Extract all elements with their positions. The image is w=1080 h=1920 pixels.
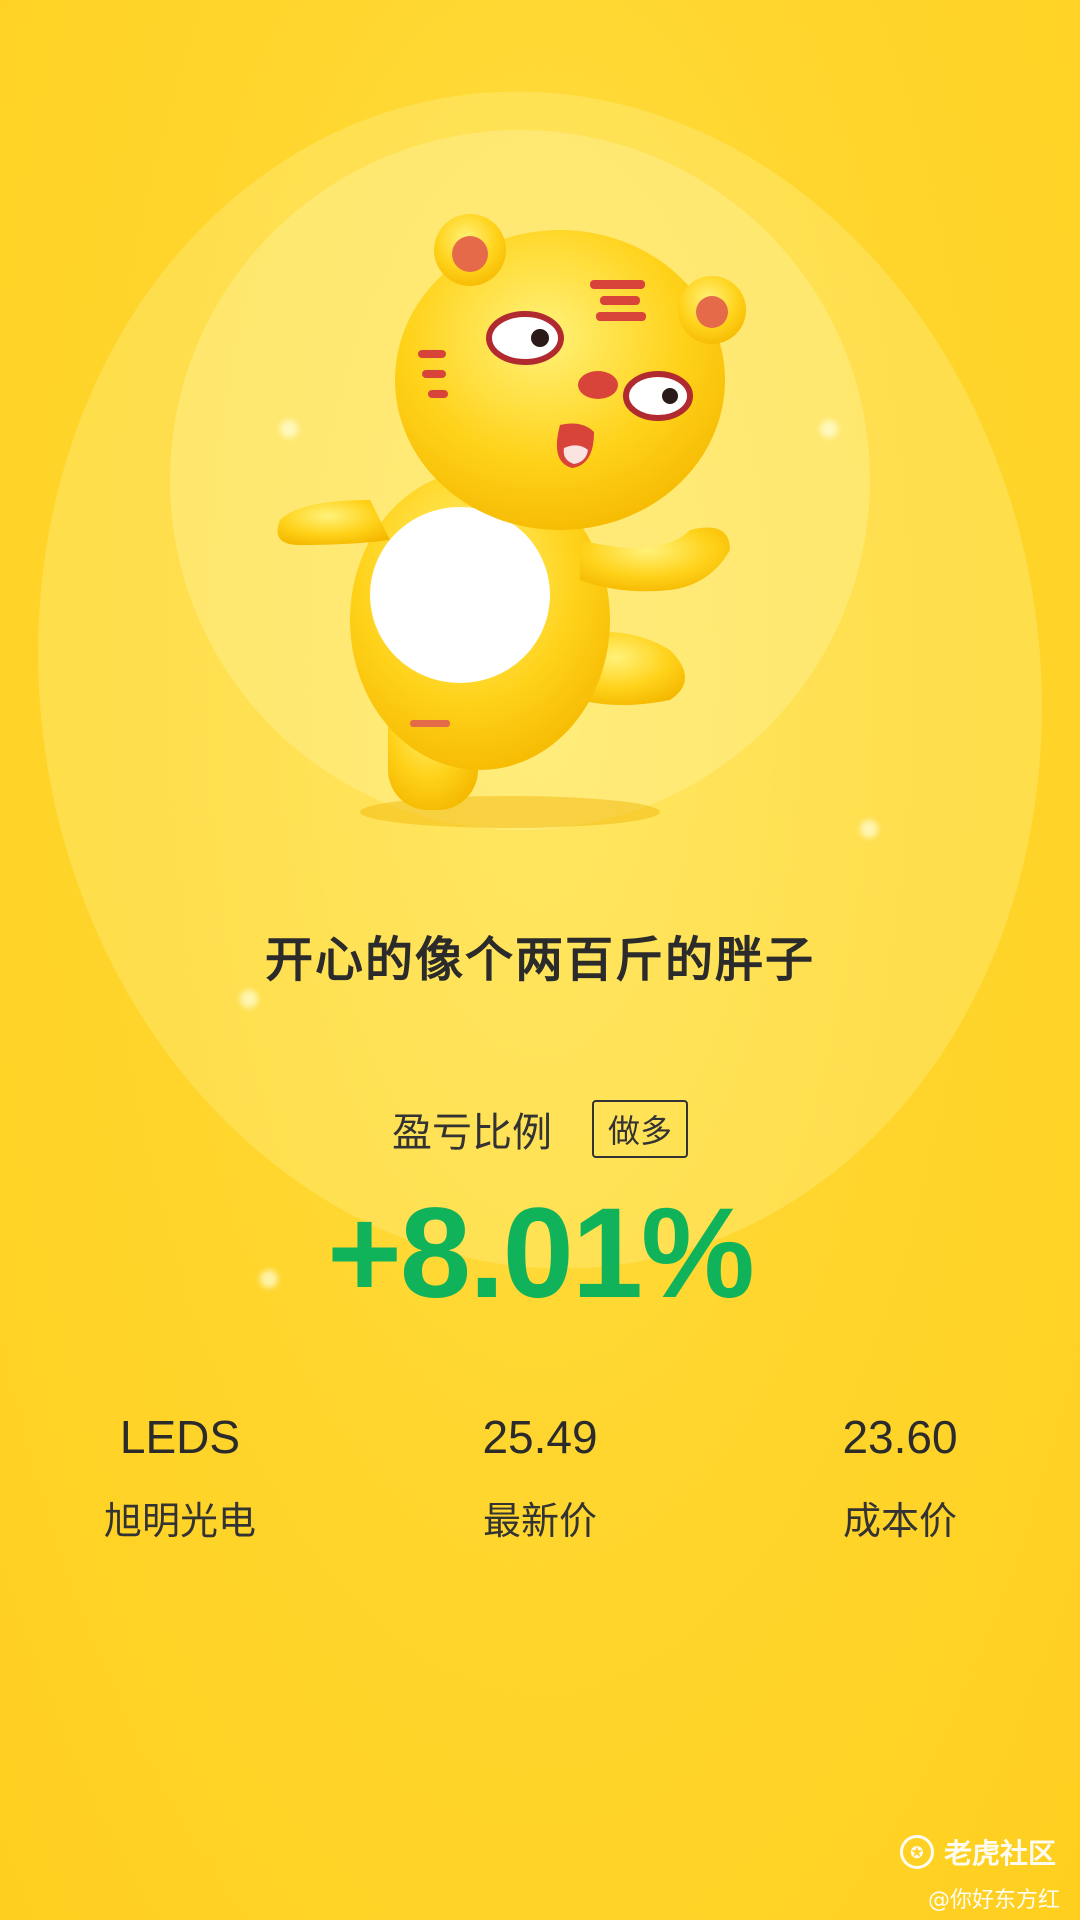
stock-name: 旭明光电 (103, 1499, 256, 1543)
pnl-ratio-label: 盈亏比例 (391, 1110, 552, 1156)
latest-price-value: 25.49 (482, 1411, 598, 1463)
brand-watermark: ✪ 老虎社区 (899, 1832, 1056, 1872)
position-direction-badge: 做多 (591, 1100, 688, 1158)
tiger-logo-icon: ✪ (899, 1835, 934, 1869)
pnl-ratio-row: 盈亏比例 做多 (0, 1100, 1080, 1158)
sparkle-decoration (860, 820, 878, 838)
mood-headline: 开心的像个两百斤的胖子 (264, 932, 815, 988)
brand-name: 老虎社区 (943, 1837, 1056, 1870)
user-handle: @你好东方红 (927, 1888, 1060, 1913)
tiger-mascot-icon (277, 214, 746, 828)
latest-price-label: 最新价 (482, 1499, 597, 1543)
latest-price-stat: 25.49 最新价 (360, 1410, 720, 1545)
stock-stats: LEDS 旭明光电 25.49 最新价 23.60 成本价 (0, 1410, 1080, 1545)
pnl-percent-value: +8.01% (327, 1182, 755, 1325)
cost-price-value: 23.60 (842, 1411, 958, 1463)
sparkle-decoration (240, 990, 258, 1008)
stock-ticker: LEDS (119, 1411, 241, 1463)
stock-identity: LEDS 旭明光电 (0, 1410, 360, 1545)
sparkle-decoration (820, 420, 838, 438)
cost-price-stat: 23.60 成本价 (720, 1410, 1080, 1545)
cost-price-label: 成本价 (842, 1499, 957, 1543)
